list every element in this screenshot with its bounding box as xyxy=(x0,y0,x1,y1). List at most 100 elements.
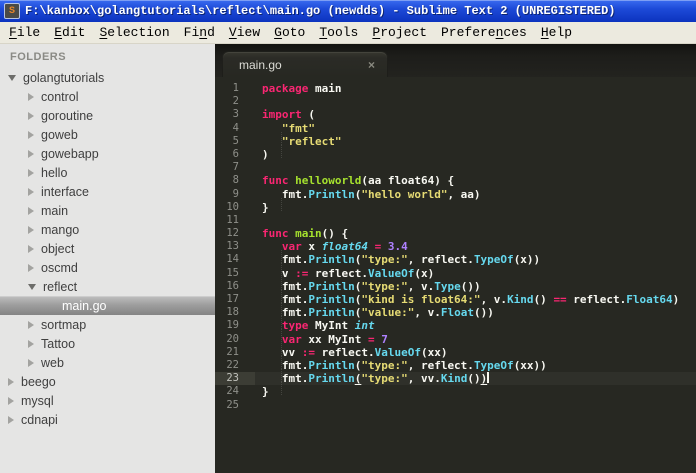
collapsed-triangle-icon[interactable] xyxy=(28,168,34,177)
tab-main-go[interactable]: main.go × xyxy=(222,51,388,77)
code-line[interactable]: 2 xyxy=(215,95,696,108)
code-line[interactable]: 13 var x float64 = 3.4 xyxy=(215,240,696,264)
collapsed-triangle-icon[interactable] xyxy=(28,206,34,215)
collapsed-triangle-icon[interactable] xyxy=(28,149,34,158)
collapsed-triangle-icon[interactable] xyxy=(28,339,34,348)
collapsed-triangle-icon[interactable] xyxy=(28,358,34,367)
code-line[interactable]: 5 "reflect" xyxy=(215,135,696,158)
collapsed-triangle-icon[interactable] xyxy=(28,130,34,139)
tab-close-icon[interactable]: × xyxy=(368,58,375,72)
code-line[interactable]: 18 fmt.Println("value:", v.Float()) xyxy=(215,306,696,330)
tree-item-Tattoo[interactable]: Tattoo xyxy=(0,334,215,353)
line-number: 2 xyxy=(232,95,239,108)
tree-item-oscmd[interactable]: oscmd xyxy=(0,258,215,277)
tree-item-mango[interactable]: mango xyxy=(0,220,215,239)
code-token: , reflect. xyxy=(407,358,474,372)
tree-item-gowebapp[interactable]: gowebapp xyxy=(0,144,215,163)
line-number: 21 xyxy=(226,345,239,358)
code-line[interactable]: 1 package main xyxy=(215,82,696,95)
menu-item-help[interactable]: Help xyxy=(534,24,579,41)
collapsed-triangle-icon[interactable] xyxy=(8,377,14,386)
menu-item-goto[interactable]: Goto xyxy=(267,24,312,41)
title-bar[interactable]: S F:\kanbox\golangtutorials\reflect\main… xyxy=(0,0,696,22)
menu-item-find[interactable]: Find xyxy=(177,24,222,41)
code-line[interactable]: 4 "fmt" xyxy=(215,122,696,145)
collapsed-triangle-icon[interactable] xyxy=(28,320,34,329)
collapsed-triangle-icon[interactable] xyxy=(28,225,34,234)
code-line[interactable]: 15 v := reflect.ValueOf(x) xyxy=(215,266,696,290)
code-line[interactable]: 8 func helloworld(aa float64) { xyxy=(215,174,696,187)
collapsed-triangle-icon[interactable] xyxy=(28,187,34,196)
collapsed-triangle-icon[interactable] xyxy=(8,415,14,424)
menu-item-selection[interactable]: Selection xyxy=(92,24,176,41)
menu-item-view[interactable]: View xyxy=(222,24,267,41)
expanded-triangle-icon[interactable] xyxy=(28,283,36,290)
code-line[interactable]: 7 xyxy=(215,161,696,174)
code-line[interactable]: 3 import ( xyxy=(215,108,696,121)
collapsed-triangle-icon[interactable] xyxy=(28,244,34,253)
menu-item-project[interactable]: Project xyxy=(365,24,434,41)
tree-item-sortmap[interactable]: sortmap xyxy=(0,315,215,334)
tree-item-label: main.go xyxy=(62,299,107,313)
code-line[interactable]: 12 func main() { xyxy=(215,227,696,240)
code-token: (aa float64) { xyxy=(361,174,455,188)
code-line-content: func main() { xyxy=(262,227,348,240)
collapsed-triangle-icon[interactable] xyxy=(28,263,34,272)
tree-item-goweb[interactable]: goweb xyxy=(0,125,215,144)
code-line[interactable]: 20 var xx MyInt = 7 xyxy=(215,333,696,356)
code-line[interactable]: 10} xyxy=(215,201,696,214)
code-line[interactable]: 21 vv := reflect.ValueOf(xx) xyxy=(215,345,696,369)
tree-item-interface[interactable]: interface xyxy=(0,182,215,201)
line-number: 3 xyxy=(232,108,239,121)
code-token: } xyxy=(262,200,269,214)
menu-item-file[interactable]: File xyxy=(2,24,47,41)
code-line[interactable]: 6) xyxy=(215,148,696,161)
text-caret xyxy=(487,372,490,384)
code-line[interactable]: 22 fmt.Println("type:", reflect.TypeOf(xx… xyxy=(215,358,696,382)
menu-item-tools[interactable]: Tools xyxy=(312,24,365,41)
code-line[interactable]: 23 fmt.Println("type:", vv.Kind()) xyxy=(215,372,696,396)
code-line[interactable]: 19 type MyInt int xyxy=(215,319,696,343)
expanded-triangle-icon[interactable] xyxy=(8,74,16,81)
code-token: ( xyxy=(301,108,315,122)
code-line[interactable]: 17 fmt.Println("kind is float64:", v.Kind… xyxy=(215,293,696,316)
tree-item-label: cdnapi xyxy=(21,412,58,427)
code-line[interactable]: 9 fmt.Println("hello world", aa) xyxy=(215,188,696,211)
tree-item-mysql[interactable]: mysql xyxy=(0,391,215,410)
tree-item-object[interactable]: object xyxy=(0,239,215,258)
tree-item-beego[interactable]: beego xyxy=(0,372,215,391)
code-line[interactable]: 25 xyxy=(215,399,696,412)
code-token: Kind xyxy=(507,293,534,306)
code-line[interactable]: 16 fmt.Println("type:", v.Type()) xyxy=(215,280,696,303)
line-number: 18 xyxy=(226,306,239,319)
code-area[interactable]: 1 package main 2 3 import (4 "fmt" 5 "reflect" 6… xyxy=(215,77,696,473)
code-token: vv xyxy=(281,345,302,359)
collapsed-triangle-icon[interactable] xyxy=(28,111,34,120)
tree-item-label: gowebapp xyxy=(41,146,99,161)
tree-item-golangtutorials[interactable]: golangtutorials xyxy=(0,68,215,87)
collapsed-triangle-icon[interactable] xyxy=(28,92,34,101)
code-token: ValueOf xyxy=(367,266,415,280)
tree-item-main-go[interactable]: main.go xyxy=(0,296,215,315)
tree-item-control[interactable]: control xyxy=(0,87,215,106)
main-split: FOLDERS golangtutorials control goroutine g… xyxy=(0,44,696,473)
code-token: v xyxy=(281,266,296,280)
code-line[interactable]: 11 xyxy=(215,214,696,227)
tree-item-cdnapi[interactable]: cdnapi xyxy=(0,410,215,429)
code-token: () xyxy=(533,293,554,306)
tree-item-goroutine[interactable]: goroutine xyxy=(0,106,215,125)
code-token: Float64 xyxy=(626,293,673,306)
collapsed-triangle-icon[interactable] xyxy=(8,396,14,405)
tree-item-label: sortmap xyxy=(41,317,87,332)
line-number: 14 xyxy=(226,253,239,266)
menu-item-edit[interactable]: Edit xyxy=(47,24,92,41)
code-line[interactable]: 14 fmt.Println("type:", reflect.TypeOf(x)… xyxy=(215,253,696,277)
menu-item-preferences[interactable]: Preferences xyxy=(434,24,534,41)
code-token: TypeOf xyxy=(473,253,514,267)
tree-item-web[interactable]: web xyxy=(0,353,215,372)
code-line[interactable]: 24} xyxy=(215,385,696,398)
tree-item-hello[interactable]: hello xyxy=(0,163,215,182)
code-token: Println xyxy=(308,372,355,386)
tree-item-main[interactable]: main xyxy=(0,201,215,220)
tree-item-reflect[interactable]: reflect xyxy=(0,277,215,296)
